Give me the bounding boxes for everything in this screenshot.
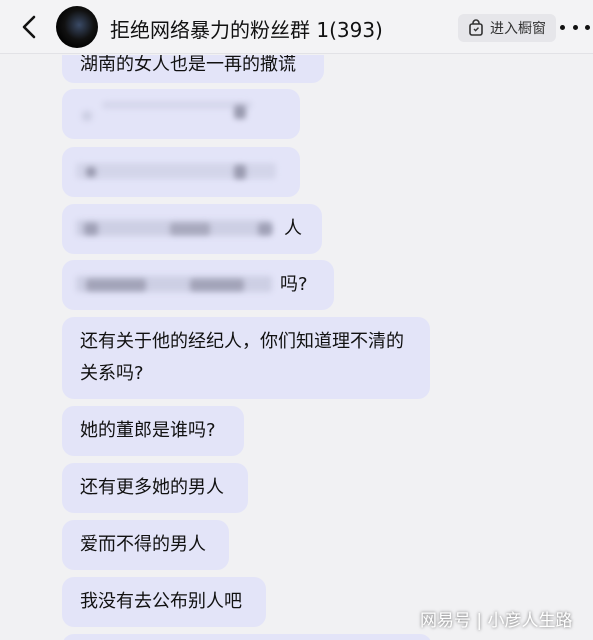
message-text: 人 (284, 218, 302, 239)
group-title: 拒绝网络暴力的粉丝群 1(393) (110, 18, 383, 42)
enter-window-label: 进入橱窗 (490, 21, 546, 37)
blurred-text (102, 101, 252, 109)
message-text: 爱而不得的男人 (80, 534, 206, 555)
more-dot (572, 24, 578, 30)
message-bubble[interactable] (62, 147, 300, 197)
watermark: 网易号 | 小彦人生路 (420, 611, 573, 631)
more-dots-icon (560, 24, 565, 30)
message-text: 还有更多她的男人 (80, 477, 224, 498)
message-bubble[interactable]: 爱而不得的男人 (62, 520, 229, 570)
blurred-text (86, 279, 146, 291)
blurred-text (82, 111, 92, 121)
message-text: 她的董郎是谁吗? (80, 420, 216, 441)
blurred-text (170, 223, 210, 235)
blurred-text (86, 167, 96, 177)
bag-icon (469, 19, 483, 36)
chat-header: 拒绝网络暴力的粉丝群 1(393) 进入橱窗 (0, 0, 593, 54)
message-bubble[interactable]: 湖南的女人也是一再的撒谎 (62, 55, 324, 83)
message-text: 我没有去公布别人吧 (80, 591, 242, 612)
blurred-text (234, 165, 246, 179)
blurred-text (84, 223, 98, 235)
message-text-line: 还有关于他的经纪人，你们知道理不清的 (80, 331, 404, 352)
enter-window-button[interactable]: 进入橱窗 (458, 14, 556, 42)
blurred-text (234, 105, 246, 119)
message-bubble[interactable]: 还有更多她的男人 (62, 463, 248, 513)
message-bubble[interactable]: 吗? (62, 260, 334, 310)
message-bubble[interactable]: 我没有去公布别人吧 (62, 577, 266, 627)
message-list[interactable]: 湖南的女人也是一再的撒谎 人 吗? 还有关于他的经纪人，你们知道理不清的 关系吗… (0, 55, 593, 640)
back-button[interactable] (16, 14, 42, 40)
message-bubble[interactable] (62, 634, 432, 640)
more-button[interactable] (560, 20, 590, 34)
group-avatar[interactable] (56, 6, 98, 48)
message-text: 湖南的女人也是一再的撒谎 (80, 55, 296, 75)
chevron-left-icon (22, 15, 36, 39)
blurred-text (258, 223, 272, 235)
blurred-text (190, 279, 244, 291)
message-text-line: 关系吗? (80, 363, 144, 384)
more-dot (585, 24, 590, 30)
message-bubble[interactable]: 人 (62, 204, 322, 254)
message-bubble[interactable] (62, 89, 300, 139)
blurred-text (76, 163, 276, 179)
message-text: 吗? (280, 274, 308, 295)
message-bubble[interactable]: 她的董郎是谁吗? (62, 406, 244, 456)
message-bubble[interactable]: 还有关于他的经纪人，你们知道理不清的 关系吗? (62, 317, 430, 399)
